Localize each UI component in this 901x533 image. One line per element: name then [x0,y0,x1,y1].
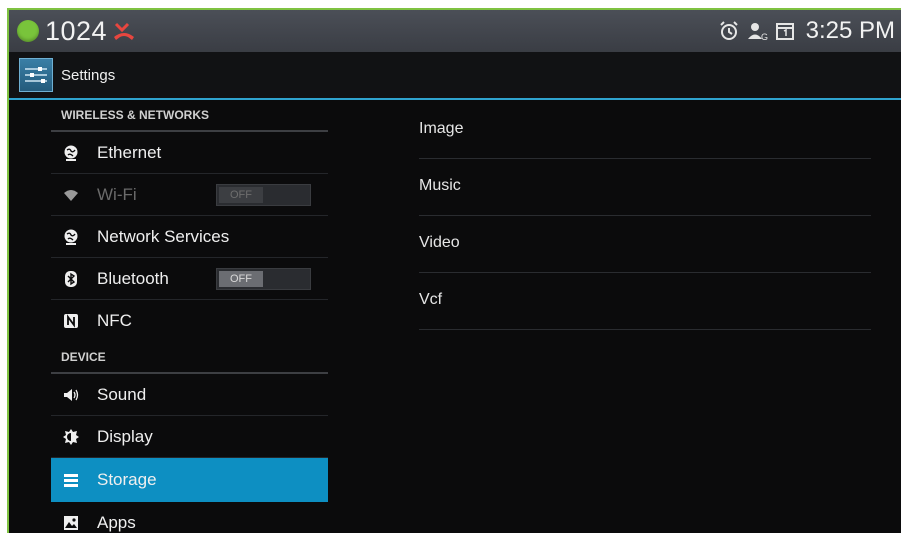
svg-text:G: G [761,32,768,42]
storage-content-list: Image Music Video Vcf [419,102,871,330]
list-item-vcf[interactable]: Vcf [419,273,871,330]
wifi-toggle[interactable]: OFF [216,184,311,206]
sidebar-item-storage[interactable]: Storage [51,458,328,502]
sidebar-item-wifi[interactable]: Wi-Fi OFF [51,174,328,216]
brightness-icon [61,427,81,447]
sidebar-item-sound[interactable]: Sound [51,374,328,416]
sidebar-item-label: NFC [97,311,132,330]
list-item-video[interactable]: Video [419,216,871,273]
wifi-icon [61,185,81,205]
globe-icon [61,227,81,247]
toggle-knob: OFF [219,271,263,287]
section-header-device: DEVICE [51,344,328,374]
nfc-icon [61,311,81,331]
sidebar-item-label: Ethernet [97,142,162,162]
section-header-wireless: WIRELESS & NETWORKS [51,102,328,132]
sidebar-item-label: Network Services [97,226,230,246]
sidebar-item-display[interactable]: Display [51,416,328,458]
apps-icon [61,513,81,533]
calendar-icon [775,23,794,40]
account-icon: G [747,23,768,42]
settings-sliders-icon[interactable] [19,58,53,92]
screen-frame: 1024 G 3:25 PM Settings WIRELESS & NETWO… [7,8,901,533]
status-time: 3:25 PM [805,17,895,44]
globe-icon [61,143,81,163]
sidebar-item-label: Display [97,426,153,446]
sidebar-item-apps[interactable]: Apps [51,502,328,533]
bluetooth-icon [61,269,81,289]
sidebar-item-bluetooth[interactable]: Bluetooth OFF [51,258,328,300]
sidebar-item-label: Wi-Fi [97,184,137,204]
sidebar-item-label: Sound [97,384,147,404]
settings-sidebar: WIRELESS & NETWORKS Ethernet Wi-Fi OFF N… [51,102,331,533]
sidebar-item-nfc[interactable]: NFC [51,300,328,342]
list-item-image[interactable]: Image [419,102,871,159]
status-number: 1024 [45,15,108,46]
list-item-music[interactable]: Music [419,159,871,216]
status-bar: 1024 G 3:25 PM [9,10,901,52]
green-dot-icon [17,20,39,42]
alarm-icon [719,21,738,40]
missed-call-icon [114,22,135,40]
page-title: Settings [61,66,116,84]
action-bar: Settings [9,52,901,100]
status-right-group: G 3:25 PM [718,10,895,52]
toggle-knob: OFF [219,187,263,203]
bluetooth-toggle[interactable]: OFF [216,268,311,290]
sidebar-item-label: Apps [97,512,136,532]
speaker-icon [61,385,81,405]
sidebar-item-network-services[interactable]: Network Services [51,216,328,258]
sidebar-item-label: Bluetooth [97,268,169,288]
sidebar-item-label: Storage [97,469,157,489]
storage-icon [61,470,81,490]
sidebar-item-ethernet[interactable]: Ethernet [51,132,328,174]
